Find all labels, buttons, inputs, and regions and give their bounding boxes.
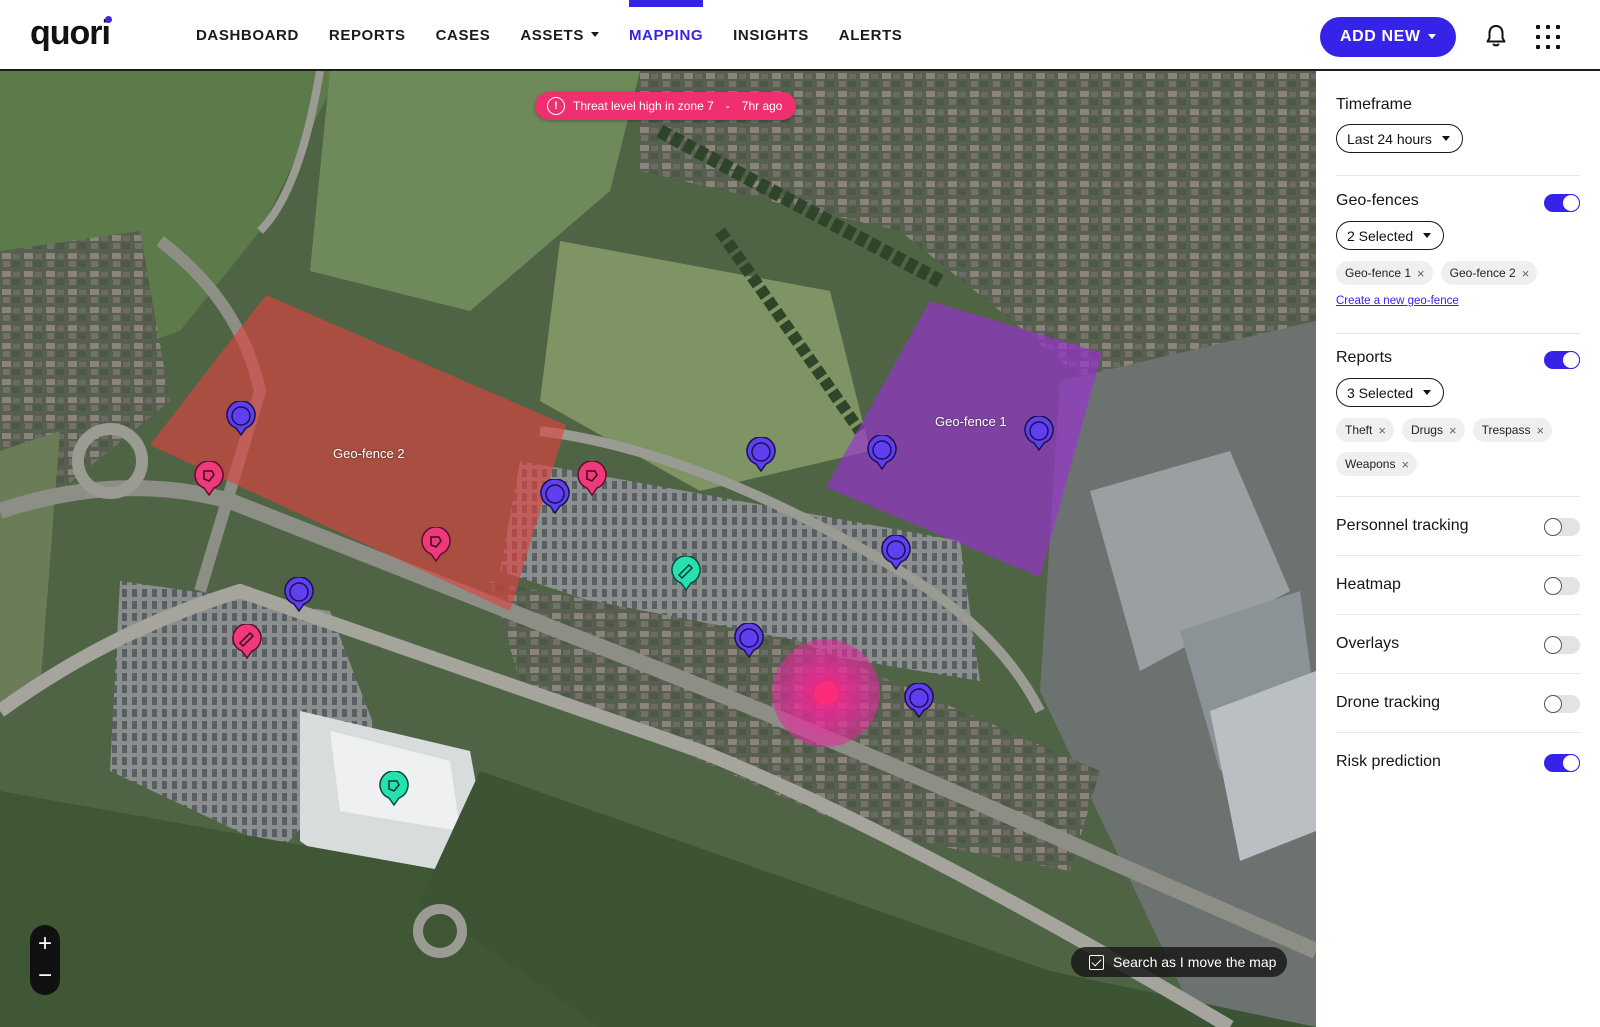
chip-weapons: Weapons × xyxy=(1336,452,1418,476)
reports-section: Reports 3 Selected Theft × Drugs × Trespass ×… xyxy=(1336,349,1580,486)
theft-report-pin-icon[interactable] xyxy=(576,461,608,497)
close-icon[interactable]: × xyxy=(1401,457,1409,472)
reports-toggle[interactable] xyxy=(1544,351,1580,369)
divider xyxy=(1336,673,1580,674)
caret-down-icon xyxy=(1423,233,1432,238)
personnel-pin-icon[interactable] xyxy=(903,683,935,719)
close-icon[interactable]: × xyxy=(1378,423,1386,438)
map-filters-panel: Timeframe Last 24 hours Geo-fences 2 Sel… xyxy=(1316,71,1600,1027)
timeframe-title: Timeframe xyxy=(1336,96,1412,113)
theft-report-pin-icon[interactable] xyxy=(420,527,452,563)
zoom-in-button[interactable]: + xyxy=(30,929,60,959)
overlays-toggle[interactable] xyxy=(1544,636,1580,654)
nav-item-mapping[interactable]: MAPPING xyxy=(628,0,704,71)
chip-geo-fence-2: Geo-fence 2 × xyxy=(1440,261,1538,285)
personnel-pin-icon[interactable] xyxy=(733,623,765,659)
close-icon[interactable]: × xyxy=(1449,423,1457,438)
chip-trespass: Trespass × xyxy=(1472,418,1553,442)
chevron-down-icon xyxy=(590,32,599,37)
personnel-pin-icon[interactable] xyxy=(283,577,315,613)
quori-logo[interactable]: quori xyxy=(30,14,112,53)
map-view[interactable]: ! Threat level high in zone 7 - 7hr ago … xyxy=(0,71,1316,1027)
drone-tracking-toggle[interactable] xyxy=(1544,695,1580,713)
bell-icon[interactable] xyxy=(1485,24,1507,48)
add-new-button[interactable]: ADD NEW xyxy=(1320,17,1456,57)
zoom-control: + − xyxy=(30,925,60,995)
geofences-toggle[interactable] xyxy=(1544,194,1580,212)
timeframe-dropdown[interactable]: Last 24 hours xyxy=(1336,124,1463,153)
divider xyxy=(1336,333,1580,334)
drugs-report-pin-icon[interactable] xyxy=(231,624,263,660)
geofences-section: Geo-fences 2 Selected Geo-fence 1 × Geo-fe… xyxy=(1336,192,1580,307)
search-as-move-toggle[interactable]: Search as I move the map xyxy=(1071,947,1287,977)
divider xyxy=(1336,496,1580,497)
apps-grid-icon[interactable] xyxy=(1536,25,1560,49)
personnel-tracking-label: Personnel tracking xyxy=(1336,517,1469,534)
alert-circle-icon: ! xyxy=(547,97,565,115)
close-icon[interactable]: × xyxy=(1417,266,1425,281)
timeframe-section: Timeframe Last 24 hours xyxy=(1336,96,1580,153)
divider xyxy=(1336,555,1580,556)
geofences-dropdown[interactable]: 2 Selected xyxy=(1336,221,1445,250)
caret-down-icon xyxy=(1441,136,1450,141)
overlays-label: Overlays xyxy=(1336,635,1400,652)
divider xyxy=(1336,175,1580,176)
nav-item-reports[interactable]: REPORTS xyxy=(329,0,406,71)
nav-item-cases[interactable]: CASES xyxy=(436,0,491,71)
drone-tracking-label: Drone tracking xyxy=(1336,694,1441,711)
reports-dropdown[interactable]: 3 Selected xyxy=(1336,378,1445,407)
checkbox-checked-icon[interactable] xyxy=(1089,954,1104,970)
risk-prediction-label: Risk prediction xyxy=(1336,753,1441,770)
risk-prediction-toggle[interactable] xyxy=(1544,754,1580,772)
chip-geo-fence-1: Geo-fence 1 × xyxy=(1336,261,1433,285)
geo-fence-2-label: Geo-fence 2 xyxy=(333,446,405,461)
trespass-report-pin-icon[interactable] xyxy=(670,556,702,592)
caret-down-icon xyxy=(1423,390,1432,395)
heatmap-toggle[interactable] xyxy=(1544,577,1580,595)
threat-alert-banner[interactable]: ! Threat level high in zone 7 - 7hr ago xyxy=(535,92,797,120)
personnel-pin-icon[interactable] xyxy=(866,435,898,471)
close-icon[interactable]: × xyxy=(1522,266,1530,281)
weapons-report-pin-icon[interactable] xyxy=(378,771,410,807)
theft-report-pin-icon[interactable] xyxy=(193,461,225,497)
create-geofence-link[interactable]: Create a new geo-fence xyxy=(1336,295,1580,307)
geo-fence-1-label: Geo-fence 1 xyxy=(935,414,1007,429)
top-navigation-bar: quori DASHBOARD REPORTS CASES ASSETS MAP… xyxy=(0,0,1600,71)
nav-item-insights[interactable]: INSIGHTS xyxy=(733,0,809,71)
close-icon[interactable]: × xyxy=(1536,423,1544,438)
personnel-tracking-toggle[interactable] xyxy=(1544,518,1580,536)
personnel-pin-icon[interactable] xyxy=(539,479,571,515)
personnel-pin-icon[interactable] xyxy=(1023,416,1055,452)
main-nav: DASHBOARD REPORTS CASES ASSETS MAPPING I… xyxy=(196,0,932,71)
chip-drugs: Drugs × xyxy=(1401,418,1465,442)
personnel-pin-icon[interactable] xyxy=(745,437,777,473)
nav-item-assets[interactable]: ASSETS xyxy=(520,0,599,71)
divider xyxy=(1336,614,1580,615)
nav-item-dashboard[interactable]: DASHBOARD xyxy=(196,0,299,71)
personnel-pin-icon[interactable] xyxy=(880,535,912,571)
nav-item-alerts[interactable]: ALERTS xyxy=(839,0,903,71)
chevron-down-icon xyxy=(1428,34,1436,39)
chip-theft: Theft × xyxy=(1336,418,1394,442)
personnel-pin-icon[interactable] xyxy=(225,401,257,437)
satellite-map-background xyxy=(0,71,1316,1027)
heatmap-label: Heatmap xyxy=(1336,576,1401,593)
zoom-out-button[interactable]: − xyxy=(30,961,60,991)
divider xyxy=(1336,732,1580,733)
